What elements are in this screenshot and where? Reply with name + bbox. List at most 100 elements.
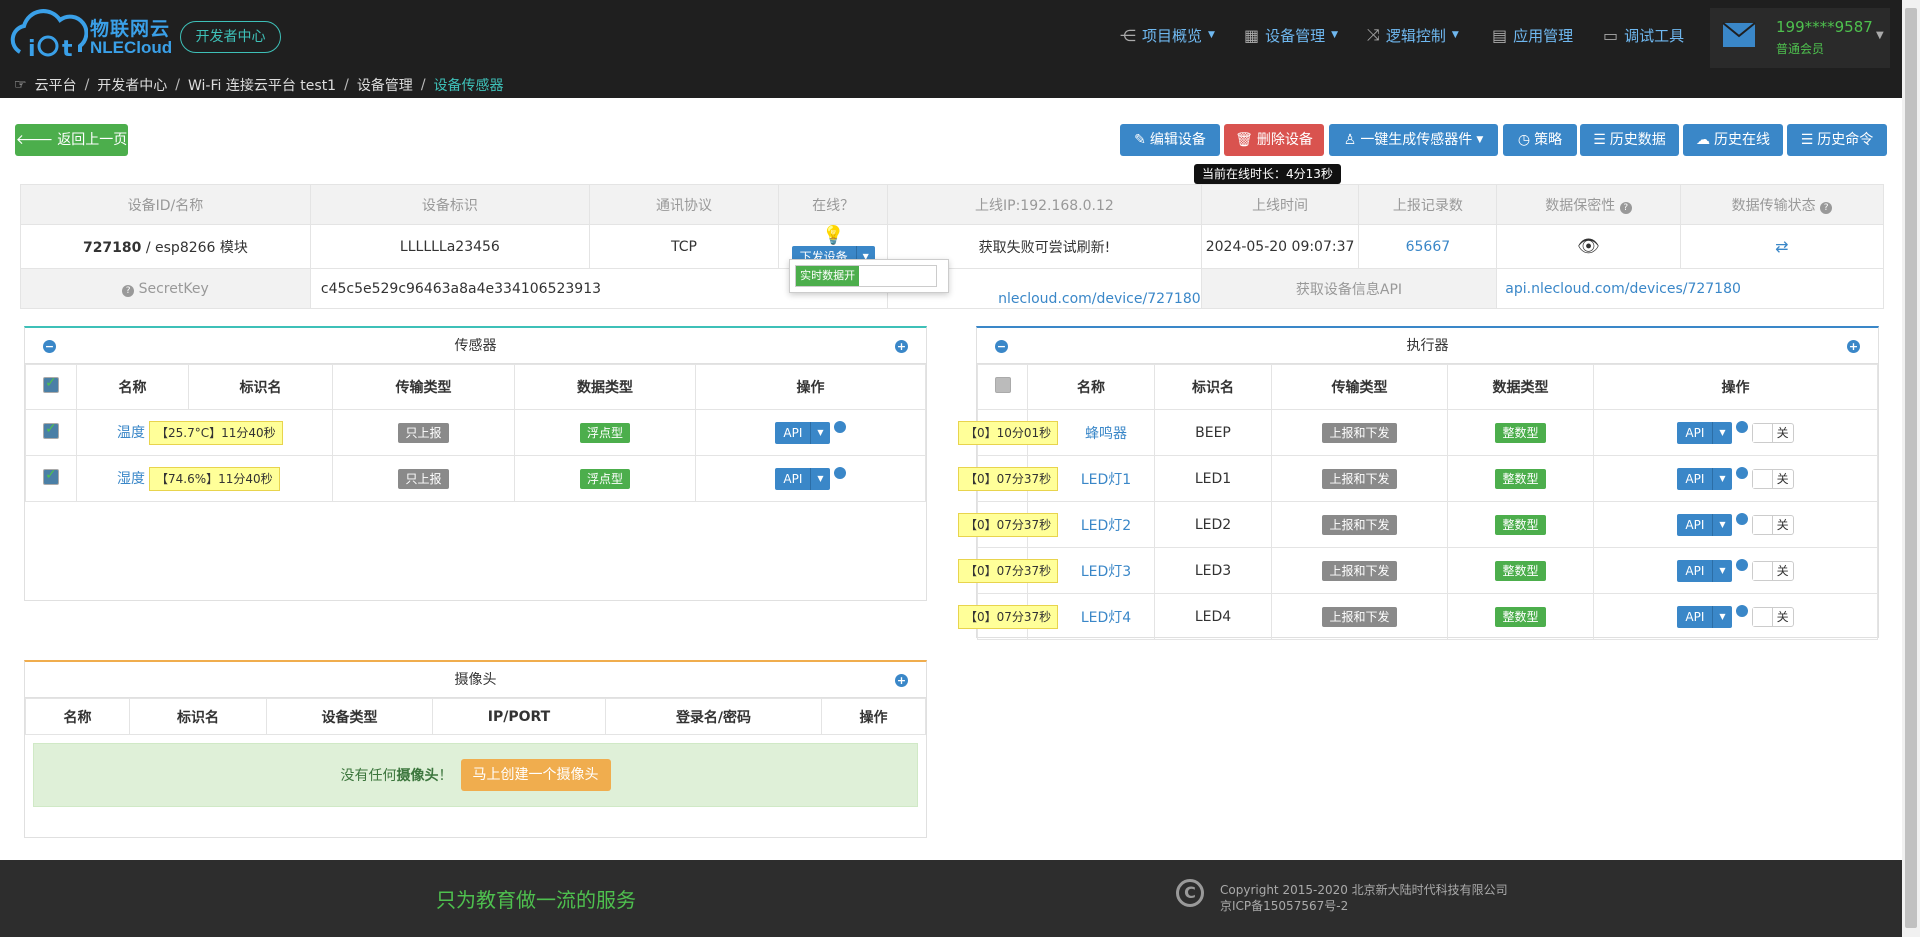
eye-icon[interactable]: 👁 bbox=[1577, 236, 1600, 257]
breadcrumb-item[interactable]: Wi-Fi 连接云平台 test1 bbox=[188, 75, 336, 95]
nav-device-management[interactable]: ▦ 设备管理 ▼ bbox=[1244, 22, 1338, 48]
api-dropdown[interactable]: API ▼ bbox=[1677, 605, 1732, 628]
sensor-name[interactable]: 湿度 bbox=[117, 471, 145, 487]
breadcrumb-item[interactable]: 设备管理 bbox=[357, 75, 413, 95]
switch-toggle[interactable]: 关 bbox=[1751, 606, 1794, 627]
breadcrumb-item[interactable]: 云平台 bbox=[35, 75, 77, 95]
record-count-link[interactable]: 65667 bbox=[1406, 239, 1451, 255]
layers-icon: ▤ bbox=[1492, 25, 1508, 45]
data-type-tag: 浮点型 bbox=[579, 468, 630, 489]
col-header: 标识名 bbox=[129, 698, 267, 735]
toggle-knob bbox=[1752, 561, 1773, 580]
nav-logic-control[interactable]: ⤨ 逻辑控制 ▼ bbox=[1367, 22, 1459, 48]
delete-label: 删除设备 bbox=[1256, 132, 1313, 148]
history-command-button[interactable]: ☰ 历史命令 bbox=[1787, 124, 1887, 156]
data-type-tag: 整数型 bbox=[1495, 606, 1546, 627]
op-cell: API ▼ 关 bbox=[1593, 455, 1878, 502]
nav-label: 调试工具 bbox=[1624, 26, 1685, 45]
shuffle-icon: ⤨ bbox=[1367, 25, 1380, 44]
col-header: 数据保密性 ? bbox=[1496, 184, 1681, 225]
collapse-icon[interactable]: − bbox=[995, 340, 1008, 353]
row-checkbox[interactable] bbox=[43, 421, 59, 439]
sensor-name[interactable]: 温度 bbox=[117, 425, 145, 441]
op-cell: API ▼ 关 bbox=[1593, 501, 1878, 548]
api-dropdown[interactable]: API ▼ bbox=[1677, 559, 1732, 582]
col-header: IP/PORT bbox=[432, 698, 606, 735]
camera-panel: 摄像头 + 名称 标识名 设备类型 IP/PORT 登录名/密码 操作 没有任何… bbox=[24, 660, 927, 838]
api-label: API bbox=[1677, 513, 1713, 536]
realtime-label: 实时数据开 bbox=[796, 266, 860, 286]
breadcrumb-current: 设备传感器 bbox=[433, 78, 504, 94]
generate-sensors-button[interactable]: ♙ 一键生成传感器件 ▼ bbox=[1329, 124, 1498, 156]
transfer-cell[interactable]: ⇄ bbox=[1679, 224, 1885, 269]
select-all-checkbox[interactable] bbox=[43, 375, 59, 393]
page-scrollbar[interactable] bbox=[1902, 0, 1920, 937]
user-menu[interactable]: 199****9587 普通会员 ▼ bbox=[1710, 8, 1890, 68]
nav-project-overview[interactable]: ⋲ 项目概览 ▼ bbox=[1120, 22, 1215, 48]
actuator-value-badge: 【0】07分37秒 bbox=[958, 467, 1059, 491]
edit-device-button[interactable]: ✎ 编辑设备 bbox=[1120, 124, 1220, 156]
toggle-label: 关 bbox=[1776, 517, 1789, 532]
breadcrumb-item[interactable]: 开发者中心 bbox=[97, 75, 167, 95]
developer-center-badge[interactable]: 开发者中心 bbox=[180, 21, 281, 53]
policy-button[interactable]: ◷ 策略 bbox=[1503, 124, 1577, 156]
chevron-down-icon: ▼ bbox=[1712, 605, 1732, 628]
remove-icon[interactable] bbox=[1735, 420, 1748, 433]
privacy-cell[interactable]: 👁 bbox=[1496, 224, 1681, 269]
api-label: API bbox=[1677, 559, 1713, 582]
icp-text[interactable]: 京ICP备15057567号-2 bbox=[1220, 898, 1508, 914]
remove-icon[interactable] bbox=[833, 466, 846, 479]
actuator-value-badge: 【0】07分37秒 bbox=[958, 559, 1059, 583]
switch-toggle[interactable]: 关 bbox=[1751, 514, 1794, 535]
help-icon[interactable]: ? bbox=[1820, 201, 1833, 214]
collapse-icon[interactable]: − bbox=[43, 340, 56, 353]
api-url[interactable]: api.nlecloud.com/devices/727180 bbox=[1505, 281, 1741, 297]
add-actuator-icon[interactable]: + bbox=[1847, 340, 1860, 353]
record-count[interactable]: 65667 bbox=[1358, 224, 1498, 269]
select-all-checkbox[interactable] bbox=[994, 377, 1011, 393]
api-dropdown[interactable]: API ▼ bbox=[775, 421, 830, 444]
data-type-tag: 整数型 bbox=[1495, 560, 1546, 581]
transfer-type-tag: 上报和下发 bbox=[1322, 422, 1397, 443]
switch-toggle[interactable]: 关 bbox=[1751, 468, 1794, 489]
footer-slogan: 只为教育做一流的服务 bbox=[436, 888, 636, 912]
delete-device-button[interactable]: 🗑 删除设备 bbox=[1224, 124, 1324, 156]
api-dropdown[interactable]: API ▼ bbox=[1677, 421, 1732, 444]
api-dropdown[interactable]: API ▼ bbox=[1677, 467, 1732, 490]
header-text: 数据保密性 bbox=[1545, 197, 1616, 214]
actuator-id: LED3 bbox=[1154, 547, 1272, 594]
add-camera-icon[interactable]: + bbox=[895, 674, 908, 687]
exchange-icon[interactable]: ⇄ bbox=[1775, 237, 1788, 256]
help-icon[interactable]: ? bbox=[1619, 201, 1632, 214]
api-dropdown[interactable]: API ▼ bbox=[1677, 513, 1732, 536]
scrollbar-thumb[interactable] bbox=[1905, 8, 1917, 928]
remove-icon[interactable] bbox=[1735, 512, 1748, 525]
api-dropdown[interactable]: API ▼ bbox=[775, 467, 830, 490]
history-data-button[interactable]: ☰ 历史数据 bbox=[1580, 124, 1679, 156]
back-button[interactable]: 🡐 返回上一页 bbox=[15, 124, 128, 156]
actuator-name[interactable]: LED灯4 bbox=[1051, 610, 1131, 626]
nav-app-management[interactable]: ▤ 应用管理 bbox=[1492, 22, 1573, 48]
add-sensor-icon[interactable]: + bbox=[895, 340, 908, 353]
realtime-toggle[interactable]: 实时数据开 bbox=[795, 265, 938, 287]
remove-icon[interactable] bbox=[833, 420, 846, 433]
actuator-name[interactable]: LED灯2 bbox=[1051, 518, 1131, 534]
remove-icon[interactable] bbox=[1735, 558, 1748, 571]
create-camera-button[interactable]: 马上创建一个摄像头 bbox=[460, 759, 611, 791]
actuator-name[interactable]: LED灯3 bbox=[1051, 564, 1131, 580]
remove-icon[interactable] bbox=[1735, 466, 1748, 479]
actuator-name[interactable]: 蜂鸣器 bbox=[1055, 426, 1127, 442]
row-checkbox[interactable] bbox=[43, 467, 59, 485]
mail-icon[interactable] bbox=[1722, 22, 1756, 48]
nav-debug-tools[interactable]: ▭ 调试工具 bbox=[1603, 22, 1684, 48]
actuator-name[interactable]: LED灯1 bbox=[1051, 472, 1131, 488]
nlecloud-logo[interactable]: i t 物联网云 NLECloud bbox=[10, 6, 172, 62]
switch-toggle[interactable]: 关 bbox=[1751, 422, 1794, 443]
user-phone: 199****9587 bbox=[1776, 18, 1873, 36]
remove-icon[interactable] bbox=[1735, 604, 1748, 617]
camera-header-row: 名称 标识名 设备类型 IP/PORT 登录名/密码 操作 bbox=[25, 698, 926, 735]
history-online-button[interactable]: ☁ 历史在线 bbox=[1683, 124, 1783, 156]
transfer-type-tag: 上报和下发 bbox=[1322, 514, 1397, 535]
switch-toggle[interactable]: 关 bbox=[1751, 560, 1794, 581]
col-header: 上报记录数 bbox=[1358, 184, 1498, 225]
